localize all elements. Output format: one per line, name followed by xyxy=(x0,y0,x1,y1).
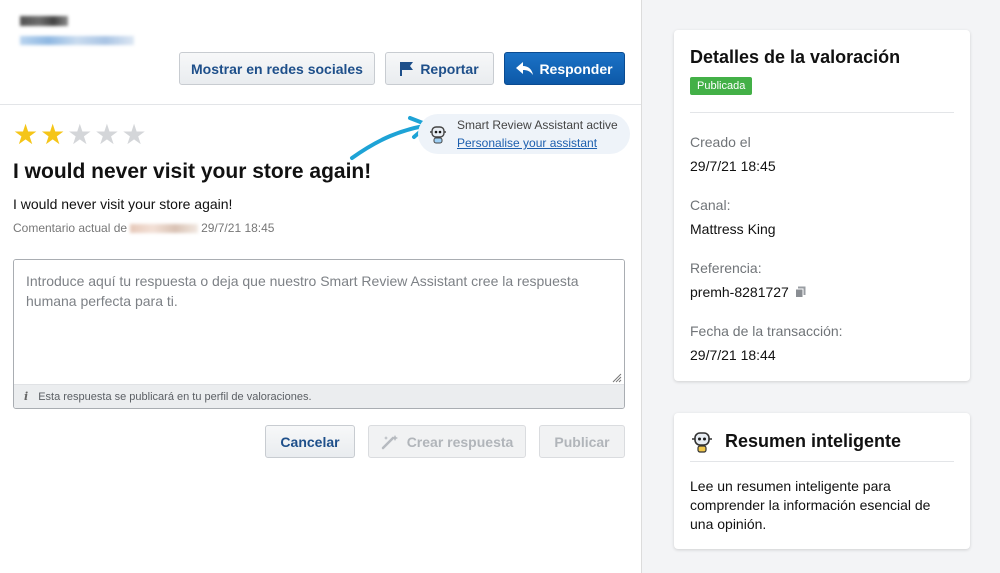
star-empty-icon: ★ xyxy=(121,119,147,150)
review-body: I would never visit your store again! xyxy=(13,196,233,212)
summary-title: Resumen inteligente xyxy=(725,431,902,451)
summary-text: Lee un resumen inteligente para comprend… xyxy=(690,478,931,532)
star-empty-icon: ★ xyxy=(94,119,120,150)
smart-summary-card: Resumen inteligente Lee un resumen intel… xyxy=(674,413,970,549)
review-panel: Mostrar en redes sociales Reportar Respo… xyxy=(0,0,642,573)
star-filled-icon: ★ xyxy=(13,119,39,150)
author-redacted xyxy=(130,223,199,233)
transaction-date-label: Fecha de la transacción: xyxy=(690,323,843,339)
reply-button[interactable]: Responder xyxy=(504,52,625,85)
flag-icon xyxy=(400,61,414,76)
reference-value: premh-8281727 xyxy=(690,284,806,300)
publish-button[interactable]: Publicar xyxy=(539,425,625,458)
reply-box: i Esta respuesta se publicará en tu perf… xyxy=(13,259,625,409)
transaction-date-value: 29/7/21 18:44 xyxy=(690,347,776,363)
reply-footer: i Esta respuesta se publicará en tu perf… xyxy=(14,384,624,408)
assistant-status: Smart Review Assistant active xyxy=(457,118,618,132)
robot-icon xyxy=(430,126,446,144)
review-meta: Comentario actual de 29/7/21 18:45 xyxy=(13,221,274,235)
magic-wand-icon xyxy=(381,434,398,449)
star-filled-icon: ★ xyxy=(40,119,66,150)
review-title: I would never visit your store again! xyxy=(13,160,372,183)
info-icon: i xyxy=(24,390,29,403)
review-meta-prefix: Comentario actual de xyxy=(13,221,128,235)
review-date: 29/7/21 18:45 xyxy=(201,221,275,235)
reply-arrow-icon xyxy=(516,61,534,75)
smart-assistant-banner: Smart Review Assistant active Personalis… xyxy=(418,114,630,154)
reviewer-name-redacted xyxy=(20,16,68,26)
review-details-card: Detalles de la valoración Publicada Crea… xyxy=(674,30,970,381)
share-social-button[interactable]: Mostrar en redes sociales xyxy=(179,52,375,85)
report-button[interactable]: Reportar xyxy=(385,52,494,85)
created-label: Creado el xyxy=(690,134,751,150)
status-badge: Publicada xyxy=(690,77,753,95)
robot-icon xyxy=(692,432,712,453)
resize-handle-icon[interactable] xyxy=(612,373,622,383)
channel-label: Canal: xyxy=(690,197,731,213)
reply-textarea[interactable] xyxy=(14,260,624,385)
created-value: 29/7/21 18:45 xyxy=(690,158,776,174)
personalise-assistant-link[interactable]: Personalise your assistant xyxy=(457,136,597,150)
star-empty-icon: ★ xyxy=(67,119,93,150)
cancel-button[interactable]: Cancelar xyxy=(265,425,355,458)
channel-value: Mattress King xyxy=(690,221,776,237)
reviewer-email-redacted xyxy=(20,36,134,45)
header-divider xyxy=(0,104,641,105)
details-title: Detalles de la valoración xyxy=(690,47,901,67)
reference-label: Referencia: xyxy=(690,260,762,276)
create-reply-button[interactable]: Crear respuesta xyxy=(368,425,526,458)
summary-divider xyxy=(690,461,954,462)
star-rating: ★ ★ ★ ★ ★ xyxy=(13,120,147,150)
reply-footer-note: Esta respuesta se publicará en tu perfil… xyxy=(38,390,312,403)
copy-icon[interactable] xyxy=(794,286,806,298)
details-divider xyxy=(690,112,954,113)
